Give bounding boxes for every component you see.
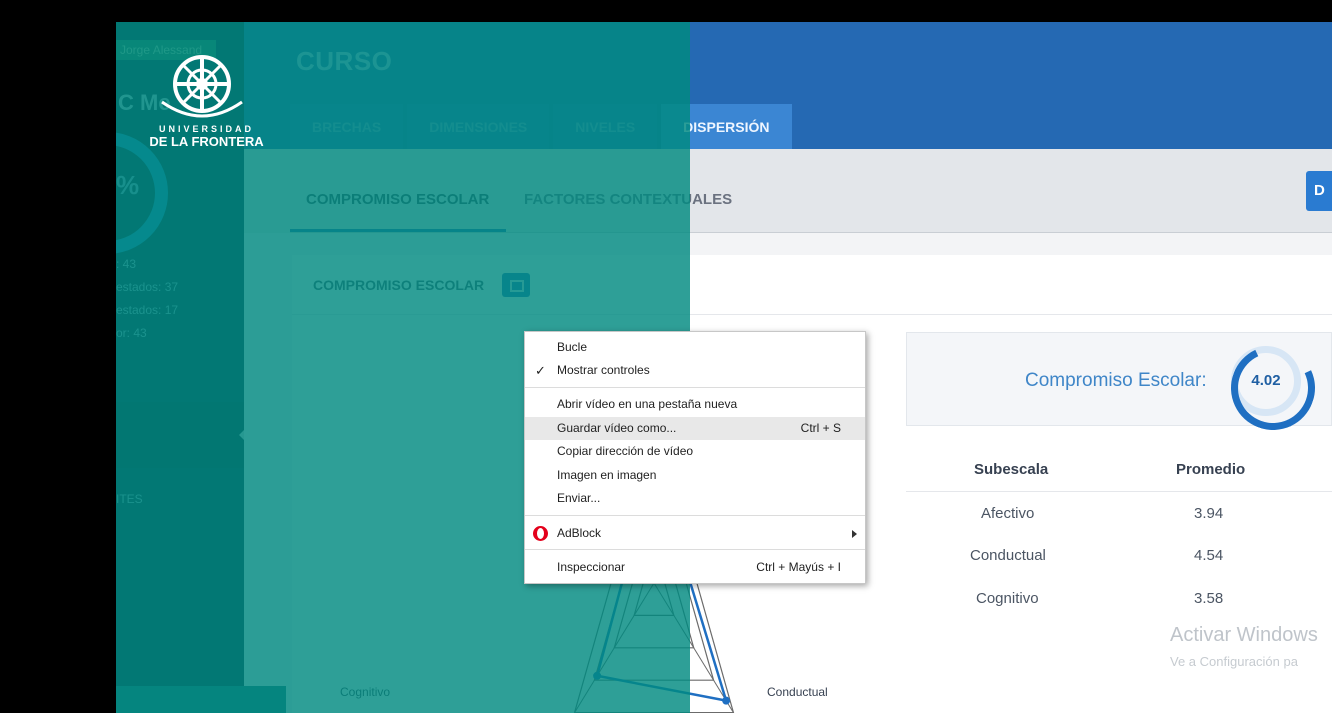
logo-text-line2: DE LA FRONTERA (149, 134, 264, 149)
menu-item-guardar-video[interactable]: Guardar vídeo como... Ctrl + S (525, 417, 865, 440)
menu-item-label: Guardar vídeo como... (557, 421, 677, 435)
menu-item-label: Inspeccionar (557, 560, 626, 574)
menu-separator (525, 387, 865, 388)
score-value: 4.02 (1251, 372, 1281, 389)
tab-niveles[interactable]: NIVELES (553, 104, 658, 149)
table-header-promedio: Promedio (1176, 461, 1246, 478)
sidebar-stat: or: 43 (116, 326, 147, 340)
download-button[interactable]: D (1306, 171, 1332, 211)
radar-axis-label-cognitivo: Cognitivo (340, 685, 391, 699)
radar-data-point (722, 696, 731, 705)
tab-dispersion[interactable]: DISPERSIÓN (661, 104, 792, 149)
divider (290, 232, 1332, 233)
table-header-subescala: Subescala (974, 461, 1049, 478)
tab-dimensiones[interactable]: DIMENSIONES (407, 104, 550, 149)
menu-item-label: Abrir vídeo en una pestaña nueva (557, 397, 738, 411)
menu-item-bucle[interactable]: Bucle (525, 336, 865, 359)
logo-text-line1: UNIVERSIDAD (158, 124, 254, 134)
menu-item-label: Imagen en imagen (557, 468, 657, 482)
sidebar-stat: estados: 17 (116, 303, 179, 317)
menu-item-mostrar-controles[interactable]: ✓ Mostrar controles (525, 359, 865, 382)
sidebar-item-active[interactable] (116, 402, 244, 468)
radar-axis-label-conductual: Conductual (767, 685, 828, 699)
windows-activation-subtitle: Ve a Configuración pa (1170, 654, 1298, 669)
card-header: COMPROMISO ESCOLAR (292, 255, 1332, 315)
menu-item-adblock[interactable]: AdBlock (525, 522, 865, 545)
card-expand-icon[interactable] (502, 273, 530, 297)
menu-item-label: Copiar dirección de vídeo (557, 444, 694, 458)
opera-icon (533, 526, 548, 541)
radar-data-point (593, 671, 602, 680)
sidebar-section-label: ITES (116, 492, 143, 506)
menu-item-shortcut: Ctrl + S (800, 421, 841, 435)
table-cell-promedio: 3.94 (1194, 505, 1224, 522)
subtab-factores-contextuales[interactable]: FACTORES CONTEXTUALES (524, 191, 732, 208)
sub-navigation: COMPROMISO ESCOLAR FACTORES CONTEXTUALES… (244, 149, 1332, 233)
sidebar-stat: estados: 37 (116, 280, 179, 294)
sidebar-stat: : 43 (116, 257, 137, 271)
menu-item-label: AdBlock (557, 526, 602, 540)
windows-activation-title: Activar Windows (1170, 624, 1318, 646)
caret-left-icon (239, 428, 244, 442)
menu-item-copiar-direccion[interactable]: Copiar dirección de vídeo (525, 440, 865, 463)
menu-item-label: Bucle (557, 340, 588, 354)
table-cell-subescala: Cognitivo (976, 590, 1039, 607)
score-label: Compromiso Escolar: (1025, 370, 1207, 391)
university-logo: UNIVERSIDAD DE LA FRONTERA (144, 52, 264, 152)
menu-item-shortcut: Ctrl + Mayús + I (756, 560, 841, 574)
menu-item-enviar[interactable]: Enviar... (525, 487, 865, 510)
table-cell-promedio: 4.54 (1194, 547, 1224, 564)
check-icon: ✓ (535, 363, 546, 378)
context-menu: Bucle ✓ Mostrar controles Abrir vídeo en… (524, 331, 866, 584)
menu-separator (525, 515, 865, 516)
main-tabs: BRECHAS DIMENSIONES NIVELES DISPERSIÓN (290, 104, 792, 149)
subtab-compromiso-escolar[interactable]: COMPROMISO ESCOLAR (306, 191, 489, 208)
menu-item-label: Mostrar controles (557, 363, 650, 377)
menu-item-label: Enviar... (557, 491, 601, 505)
table-cell-subescala: Afectivo (981, 505, 1035, 522)
menu-separator (525, 549, 865, 550)
app-header: CURSO BRECHAS DIMENSIONES NIVELES DISPER… (244, 22, 1332, 149)
table-cell-subescala: Conductual (970, 547, 1046, 564)
table-header-divider (906, 491, 1332, 492)
page-title: CURSO (296, 46, 393, 76)
tab-brechas[interactable]: BRECHAS (290, 104, 404, 149)
sidebar-progress-percent: % (116, 170, 140, 200)
menu-item-abrir-video[interactable]: Abrir vídeo en una pestaña nueva (525, 393, 865, 416)
menu-item-inspeccionar[interactable]: Inspeccionar Ctrl + Mayús + I (525, 556, 865, 579)
card-title: COMPROMISO ESCOLAR (313, 277, 485, 293)
university-seal-icon (161, 55, 243, 118)
submenu-arrow-icon (852, 530, 857, 538)
menu-item-imagen-en-imagen[interactable]: Imagen en imagen (525, 464, 865, 487)
score-summary: Compromiso Escolar: 4.02 (906, 332, 1332, 426)
sidebar-footer (116, 686, 286, 713)
table-cell-promedio: 3.58 (1194, 590, 1224, 607)
